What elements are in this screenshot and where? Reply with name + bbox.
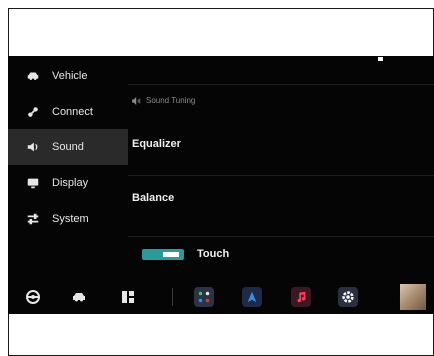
sidebar-item-label: Connect — [52, 106, 93, 118]
phone-app-icon[interactable] — [194, 287, 214, 307]
touch-setting-row: Touch — [142, 248, 229, 260]
sidebar-item-system[interactable]: System — [8, 201, 128, 237]
touch-label: Touch — [197, 248, 230, 260]
section-title: Sound Tuning — [146, 96, 196, 105]
speaker-icon — [132, 96, 141, 105]
speaker-icon — [24, 138, 42, 156]
setting-divider — [128, 175, 434, 176]
toggle-knob — [163, 251, 179, 257]
apps-grid-icon[interactable] — [120, 289, 136, 305]
music-app-icon[interactable] — [291, 287, 311, 307]
equalizer-setting[interactable]: Equalizer — [132, 138, 181, 150]
link-icon — [24, 103, 42, 121]
dock-separator — [172, 288, 173, 306]
balance-setting[interactable]: Balance — [132, 192, 174, 204]
steering-wheel-icon[interactable] — [25, 289, 41, 305]
setting-divider — [128, 236, 434, 237]
sidebar-item-vehicle[interactable]: Vehicle — [8, 58, 128, 94]
sliders-icon — [24, 210, 42, 228]
sidebar-item-display[interactable]: Display — [8, 165, 128, 201]
status-indicator — [378, 57, 383, 61]
sidebar-item-label: Vehicle — [52, 70, 88, 82]
user-avatar[interactable] — [400, 284, 426, 310]
sidebar-item-label: Display — [52, 177, 89, 189]
infotainment-screen: Vehicle Connect Sound Display System Sou… — [8, 56, 434, 314]
settings-sidebar: Vehicle Connect Sound Display System — [8, 56, 128, 236]
car-icon[interactable] — [71, 289, 87, 305]
bottom-dock — [8, 280, 434, 314]
settings-app-icon[interactable] — [338, 287, 358, 307]
content-divider-top — [128, 84, 434, 85]
sidebar-item-label: System — [52, 213, 89, 225]
sidebar-item-label: Sound — [52, 141, 84, 153]
sidebar-item-connect[interactable]: Connect — [8, 94, 128, 130]
monitor-icon — [24, 174, 42, 192]
section-header: Sound Tuning — [132, 96, 195, 105]
sidebar-item-sound[interactable]: Sound — [8, 129, 128, 165]
touch-toggle[interactable] — [142, 248, 184, 260]
navigation-app-icon[interactable] — [242, 287, 262, 307]
car-icon — [24, 67, 42, 85]
